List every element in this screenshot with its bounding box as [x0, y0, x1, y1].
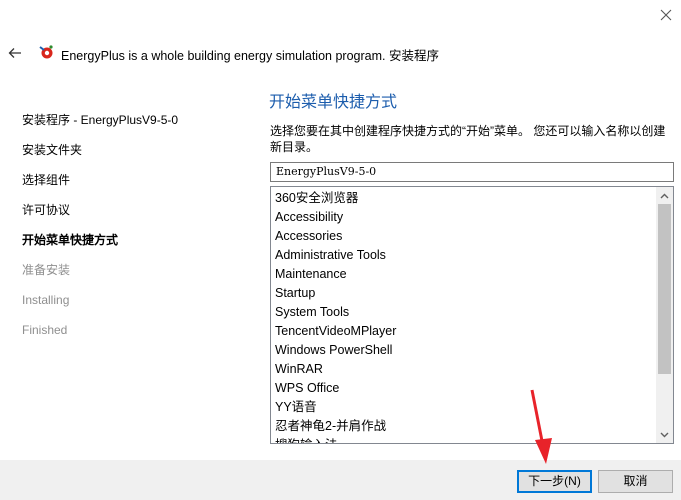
energyplus-app-icon	[39, 45, 53, 59]
step-ready-install: 准备安装	[22, 263, 71, 277]
wizard-steps: 安装程序 - EnergyPlusV9-5-0 安装文件夹 选择组件 许可协议 …	[22, 112, 252, 352]
scroll-down-button[interactable]	[656, 426, 673, 443]
list-item[interactable]: Maintenance	[275, 265, 656, 284]
list-item[interactable]: 忍者神龟2-并肩作战	[275, 417, 656, 436]
next-button[interactable]: 下一步(N)	[517, 470, 592, 493]
list-item[interactable]: Accessories	[275, 227, 656, 246]
annotation-arrow-icon	[530, 389, 552, 464]
window-title: EnergyPlus is a whole building energy si…	[61, 49, 439, 63]
chevron-up-icon	[660, 193, 669, 198]
page-heading: 开始菜单快捷方式	[269, 94, 398, 111]
list-item[interactable]: Administrative Tools	[275, 246, 656, 265]
chevron-down-icon	[660, 432, 669, 437]
list-item[interactable]: YY语音	[275, 398, 656, 417]
list-scrollbar[interactable]	[656, 187, 673, 443]
cancel-button[interactable]: 取消	[598, 470, 673, 493]
list-item[interactable]: Startup	[275, 284, 656, 303]
scroll-thumb[interactable]	[658, 204, 671, 374]
list-item[interactable]: Accessibility	[275, 208, 656, 227]
start-menu-folder-list[interactable]: 360安全浏览器 Accessibility Accessories Admin…	[270, 186, 674, 444]
page-description: 选择您要在其中创建程序快捷方式的“开始”菜单。 您还可以输入名称以创建新目录。	[270, 124, 666, 154]
step-start-menu: 开始菜单快捷方式	[22, 233, 119, 247]
step-select-components: 选择组件	[22, 173, 71, 187]
step-finished: Finished	[22, 323, 68, 337]
close-button[interactable]	[650, 0, 681, 30]
back-arrow-icon	[8, 48, 21, 58]
scroll-up-button[interactable]	[656, 187, 673, 204]
list-item[interactable]: 搜狗输入法	[275, 436, 656, 443]
step-installing: Installing	[22, 293, 70, 307]
step-license: 许可协议	[22, 203, 71, 217]
close-icon	[660, 9, 671, 21]
list-item[interactable]: WinRAR	[275, 360, 656, 379]
step-install-folder: 安装文件夹	[22, 143, 83, 157]
list-item[interactable]: TencentVideoMPlayer	[275, 322, 656, 341]
back-button[interactable]	[4, 42, 26, 64]
list-item[interactable]: WPS Office	[275, 379, 656, 398]
list-item[interactable]: Windows PowerShell	[275, 341, 656, 360]
start-menu-folder-input[interactable]: EnergyPlusV9-5-0	[270, 162, 674, 182]
list-item[interactable]: System Tools	[275, 303, 656, 322]
step-setup: 安装程序 - EnergyPlusV9-5-0	[22, 113, 179, 127]
list-item[interactable]: 360安全浏览器	[275, 189, 656, 208]
